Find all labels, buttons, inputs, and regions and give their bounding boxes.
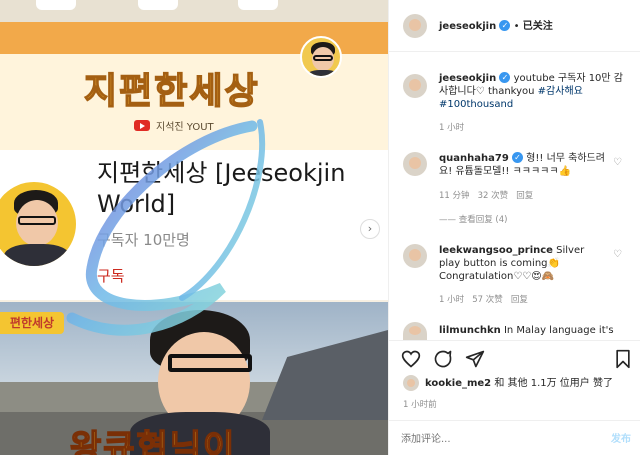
caption-time: 1 小时 — [439, 123, 465, 133]
comment-text: lilmunchkn In Malay language it's — [439, 324, 629, 338]
liker-username[interactable]: kookie_me2 — [425, 378, 491, 389]
channel-name: 지편한세상 [Jeeseokjin World] — [97, 159, 346, 218]
caption-avatar[interactable] — [403, 74, 427, 98]
add-comment-bar: 发布 — [389, 420, 640, 455]
comment-username[interactable]: lilmunchkn — [439, 325, 501, 336]
caption-text: jeeseokjin ✓ youtube 구독자 10만 감사합니다♡ than… — [439, 72, 629, 111]
comment-body: In Malay language it's — [503, 325, 614, 336]
follow-state-button[interactable]: 已关注 — [523, 21, 553, 32]
channel-subscribers: 구독자 10만명 — [97, 231, 190, 249]
comment-input[interactable] — [401, 430, 591, 448]
banner-decoration — [36, 0, 76, 10]
comment-username[interactable]: leekwangsoo_prince — [439, 245, 553, 256]
comment-avatar[interactable] — [403, 152, 427, 176]
post-media[interactable]: 지편한세상 지석진 YOUT 지편한세상 [Jeeseokjin World] … — [0, 0, 388, 455]
comments-panel: jeeseokjin ✓ • 已关注 jeeseokjin ✓ youtube … — [388, 0, 640, 455]
youtube-channel-label: 지석진 YOUT — [134, 118, 214, 133]
banner-decoration — [238, 0, 278, 10]
verified-icon: ✓ — [499, 20, 511, 31]
comment-time: 1 小时 — [439, 295, 465, 305]
verified-icon: ✓ — [499, 72, 511, 83]
author-avatar[interactable] — [403, 14, 427, 38]
comment-text: leekwangsoo_prince Silver play button is… — [439, 244, 607, 283]
comment-time: 11 分钟 — [439, 191, 470, 201]
separator: • — [513, 21, 520, 32]
author-row: jeeseokjin ✓ • 已关注 — [439, 20, 553, 33]
post-comment-button[interactable]: 发布 — [611, 433, 631, 446]
liker-avatar[interactable] — [403, 375, 419, 391]
comment-like-heart-icon[interactable]: ♡ — [613, 250, 623, 260]
comment-likes[interactable]: 32 次赞 — [478, 191, 509, 201]
chevron-right-icon[interactable]: › — [360, 219, 380, 239]
post-time: 1 小时前 — [403, 400, 437, 410]
comment-username[interactable]: quanhaha79 — [439, 153, 509, 164]
channel-avatar — [0, 182, 76, 266]
banner-stripe — [0, 0, 388, 22]
author-username[interactable]: jeeseokjin — [439, 21, 496, 32]
thumbnail-sign: 편한세상 — [0, 312, 64, 334]
comment-text: quanhaha79 ✓ 형!! 너무 축하드려요! 유튭돌모델!! ㅋㅋㅋㅋㅋ… — [439, 152, 607, 178]
caption-username[interactable]: jeeseokjin — [439, 73, 496, 84]
comment-avatar[interactable] — [403, 244, 427, 268]
comment-reply-button[interactable]: 回复 — [511, 295, 528, 305]
comment-reply-button[interactable]: 回复 — [516, 191, 533, 201]
verified-icon: ✓ — [511, 152, 523, 163]
post-header: jeeseokjin ✓ • 已关注 — [389, 0, 640, 52]
banner-title: 지편한세상 — [83, 70, 260, 113]
subscribe-button[interactable]: 구독 — [97, 265, 125, 286]
view-replies-button[interactable]: —— 查看回复 (4) — [439, 214, 507, 227]
heart-icon[interactable] — [401, 349, 421, 369]
thumbnail-caption: 왕큐협닉이 — [69, 427, 237, 455]
banner-decoration — [138, 0, 178, 10]
save-icon[interactable] — [613, 349, 633, 369]
comment-meta: 11 分钟 32 次赞 回复 — [439, 190, 533, 203]
likes-text[interactable]: 和 其他 1.1万 位用户 赞了 — [494, 378, 613, 389]
comment-like-heart-icon[interactable]: ♡ — [613, 158, 623, 168]
share-icon[interactable] — [465, 349, 485, 369]
comment-likes[interactable]: 57 次赞 — [472, 295, 503, 305]
comment-avatar[interactable] — [403, 322, 427, 340]
comment-meta: 1 小时 57 次赞 回复 — [439, 294, 528, 307]
youtube-play-icon — [134, 120, 150, 131]
comment-icon[interactable] — [433, 349, 453, 369]
youtube-channel-text: 지석진 YOUT — [156, 122, 214, 133]
likes-summary: kookie_me2 和 其他 1.1万 位用户 赞了 — [425, 377, 635, 390]
banner-avatar — [300, 36, 342, 78]
